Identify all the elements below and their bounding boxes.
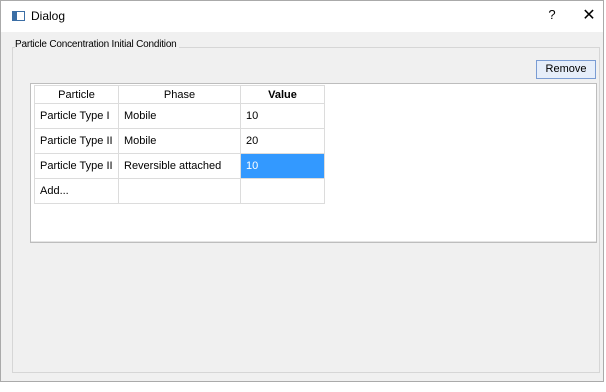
column-header-phase[interactable]: Phase <box>118 85 241 104</box>
window-title: Dialog <box>31 9 66 23</box>
window-icon <box>12 11 25 21</box>
concentration-table: Particle Phase Value Particle Type I Mob… <box>34 85 325 204</box>
table-row: Particle Type II Reversible attached 10 <box>34 153 325 179</box>
table-bottom-edge <box>31 241 596 242</box>
table-row: Particle Type I Mobile 10 <box>34 103 325 129</box>
table-row: Particle Type II Mobile 20 <box>34 128 325 154</box>
remove-button[interactable]: Remove <box>536 60 596 79</box>
cell-value-selected[interactable]: 10 <box>240 153 325 179</box>
close-icon[interactable]: ✕ <box>581 5 597 25</box>
title-bar: Dialog ? ✕ <box>1 1 603 32</box>
table-view[interactable]: Particle Phase Value Particle Type I Mob… <box>30 83 597 243</box>
help-button[interactable]: ? <box>545 7 559 22</box>
dialog-window: Dialog ? ✕ Particle Concentration Initia… <box>0 0 604 382</box>
group-label: Particle Concentration Initial Condition <box>15 39 179 50</box>
table-row-add: Add... <box>34 178 325 204</box>
column-header-value[interactable]: Value <box>240 85 325 104</box>
column-header-particle[interactable]: Particle <box>34 85 119 104</box>
cell-particle[interactable]: Particle Type II <box>34 153 119 179</box>
cell-particle[interactable]: Particle Type II <box>34 128 119 154</box>
cell-phase[interactable]: Mobile <box>118 128 241 154</box>
cell-phase[interactable]: Reversible attached <box>118 153 241 179</box>
cell-value[interactable]: 10 <box>240 103 325 129</box>
cell-phase[interactable] <box>118 178 241 204</box>
table-header-row: Particle Phase Value <box>34 85 325 104</box>
cell-phase[interactable]: Mobile <box>118 103 241 129</box>
cell-particle[interactable]: Particle Type I <box>34 103 119 129</box>
cell-value[interactable]: 20 <box>240 128 325 154</box>
cell-value[interactable] <box>240 178 325 204</box>
add-row-cell[interactable]: Add... <box>34 178 119 204</box>
